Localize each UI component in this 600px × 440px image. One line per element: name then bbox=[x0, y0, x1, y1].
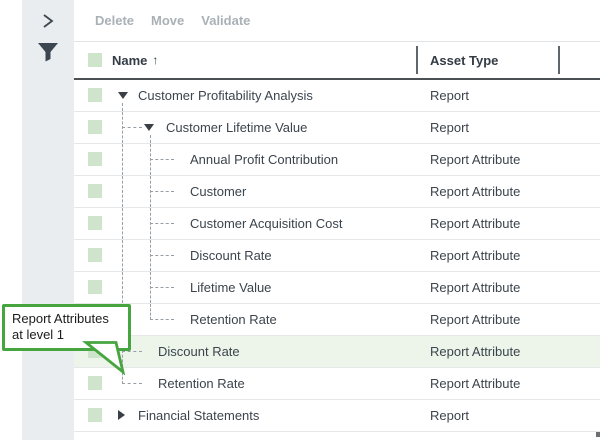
asset-type: Report Attribute bbox=[430, 304, 520, 335]
tree-guide-line bbox=[122, 144, 123, 175]
left-rail bbox=[22, 0, 74, 440]
table-body: Customer Profitability AnalysisReportCus… bbox=[74, 80, 600, 432]
table-row[interactable]: Discount Rate Report Attribute bbox=[74, 336, 600, 368]
expand-panel-button[interactable] bbox=[22, 8, 74, 34]
chevron-right-icon bbox=[41, 13, 55, 29]
asset-type: Report Attribute bbox=[430, 368, 520, 399]
annotation-text-line1: Report Attributes bbox=[12, 311, 124, 327]
tree-guide-line bbox=[122, 240, 123, 271]
asset-name: Customer Acquisition Cost bbox=[190, 208, 342, 239]
column-header-asset-type[interactable]: Asset Type bbox=[430, 42, 498, 78]
row-checkbox[interactable] bbox=[88, 408, 102, 422]
tree-connector-line bbox=[150, 287, 174, 288]
tree-connector-line bbox=[150, 319, 174, 320]
asset-name: Customer Lifetime Value bbox=[166, 112, 307, 143]
table-row[interactable]: Customer Lifetime Value Report bbox=[74, 112, 600, 144]
asset-table: Name ↑ Asset Type Customer Profitability… bbox=[74, 41, 600, 432]
column-label-name: Name bbox=[112, 53, 147, 68]
table-row[interactable]: Discount Rate Report Attribute bbox=[74, 240, 600, 272]
table-header: Name ↑ Asset Type bbox=[74, 41, 600, 80]
tree-connector-line bbox=[150, 191, 174, 192]
move-button[interactable]: Move bbox=[151, 13, 184, 28]
asset-type: Report bbox=[430, 400, 469, 431]
expand-expander-icon[interactable] bbox=[118, 410, 125, 420]
row-checkbox[interactable] bbox=[88, 376, 102, 390]
row-checkbox[interactable] bbox=[88, 120, 102, 134]
row-checkbox[interactable] bbox=[88, 184, 102, 198]
asset-type: Report Attribute bbox=[430, 336, 520, 367]
row-checkbox[interactable] bbox=[88, 216, 102, 230]
column-divider[interactable] bbox=[416, 46, 418, 74]
validate-button[interactable]: Validate bbox=[201, 13, 250, 28]
tree-connector-line bbox=[122, 127, 142, 128]
column-label-asset-type: Asset Type bbox=[430, 53, 498, 68]
sort-ascending-icon: ↑ bbox=[152, 53, 158, 67]
asset-name: Lifetime Value bbox=[190, 272, 271, 303]
asset-type: Report bbox=[430, 80, 469, 111]
row-checkbox[interactable] bbox=[88, 248, 102, 262]
collapse-expander-icon[interactable] bbox=[144, 124, 154, 131]
toolbar: Delete Move Validate bbox=[74, 0, 600, 41]
annotation-callout-tail bbox=[78, 341, 130, 375]
row-checkbox[interactable] bbox=[88, 88, 102, 102]
asset-name: Discount Rate bbox=[158, 336, 240, 367]
table-row[interactable]: Customer Profitability Analysis Report bbox=[74, 80, 600, 112]
table-row[interactable]: Annual Profit Contribution Report Attribu… bbox=[74, 144, 600, 176]
table-row[interactable]: Customer Acquisition Cost Report Attribut… bbox=[74, 208, 600, 240]
tree-guide-line bbox=[150, 135, 151, 143]
collapse-expander-icon[interactable] bbox=[118, 92, 128, 99]
filter-button[interactable] bbox=[22, 38, 74, 66]
table-row[interactable]: Financial Statements Report bbox=[74, 400, 600, 432]
asset-type: Report Attribute bbox=[430, 272, 520, 303]
table-row[interactable]: Retention Rate Report Attribute bbox=[74, 368, 600, 400]
table-row[interactable]: Lifetime Value Report Attribute bbox=[74, 272, 600, 304]
asset-name: Retention Rate bbox=[190, 304, 277, 335]
asset-name: Annual Profit Contribution bbox=[190, 144, 338, 175]
asset-type: Report Attribute bbox=[430, 176, 520, 207]
asset-name: Retention Rate bbox=[158, 368, 245, 399]
tree-connector-line bbox=[150, 255, 174, 256]
tree-connector-line bbox=[150, 223, 174, 224]
tree-guide-line bbox=[122, 208, 123, 239]
asset-name: Discount Rate bbox=[190, 240, 272, 271]
delete-button[interactable]: Delete bbox=[95, 13, 134, 28]
tree-connector-line bbox=[150, 159, 174, 160]
row-checkbox[interactable] bbox=[88, 152, 102, 166]
select-all-checkbox[interactable] bbox=[88, 53, 102, 67]
tree-guide-line bbox=[122, 103, 123, 111]
row-checkbox[interactable] bbox=[88, 280, 102, 294]
asset-type: Report bbox=[430, 112, 469, 143]
table-row[interactable]: Customer Report Attribute bbox=[74, 176, 600, 208]
filter-funnel-icon bbox=[37, 42, 59, 62]
asset-type: Report Attribute bbox=[430, 240, 520, 271]
tree-guide-line bbox=[150, 304, 151, 320]
tree-guide-line bbox=[122, 272, 123, 303]
tree-connector-line bbox=[122, 383, 142, 384]
column-header-name[interactable]: Name ↑ bbox=[112, 42, 158, 78]
column-divider[interactable] bbox=[558, 46, 560, 74]
asset-name: Financial Statements bbox=[138, 400, 259, 431]
asset-name: Customer Profitability Analysis bbox=[138, 80, 313, 111]
asset-type: Report Attribute bbox=[430, 208, 520, 239]
tree-guide-line bbox=[122, 176, 123, 207]
asset-type: Report Attribute bbox=[430, 144, 520, 175]
table-row[interactable]: Retention Rate Report Attribute bbox=[74, 304, 600, 336]
asset-name: Customer bbox=[190, 176, 246, 207]
